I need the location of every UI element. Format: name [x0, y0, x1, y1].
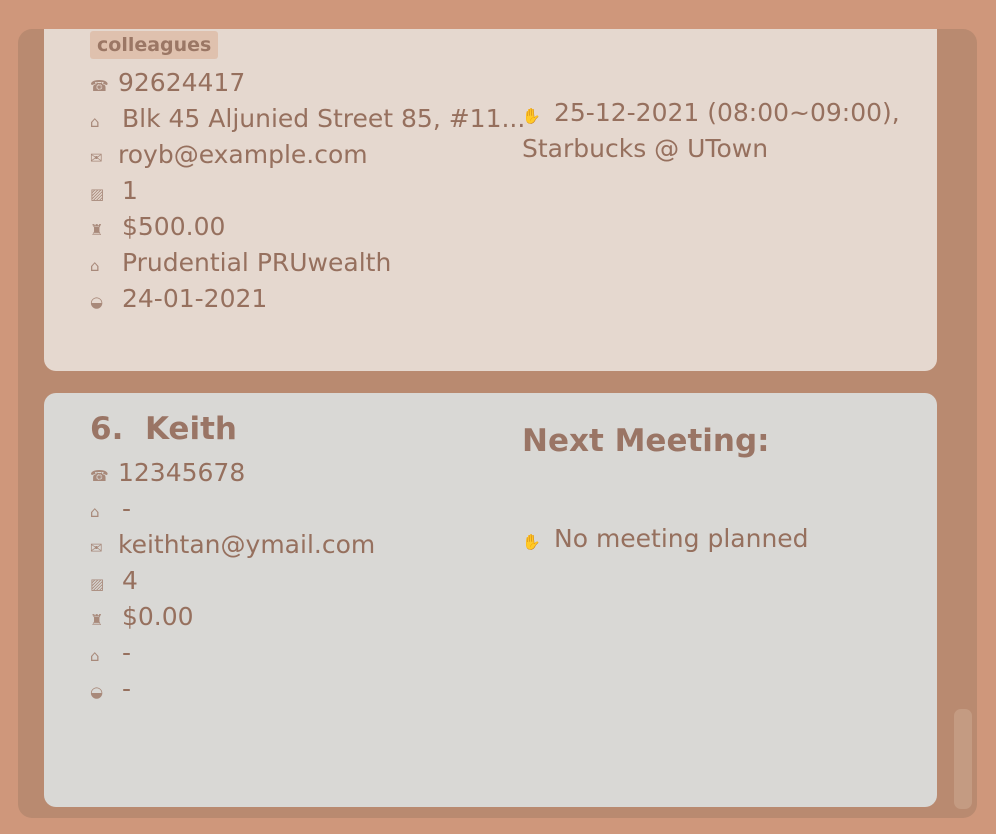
scrollbar-thumb[interactable] — [954, 709, 972, 809]
premium-value: $500.00 — [122, 212, 226, 241]
tag-badge: colleagues — [90, 31, 219, 59]
person-card[interactable]: colleagues ☎ 92624417 ⌂ Blk 45 Aljunied St… — [44, 29, 937, 371]
home-icon: ⌂ — [90, 113, 100, 131]
email-row: ✉ keithtan@ymail.com — [90, 527, 375, 563]
plan-value: Prudential PRUwealth — [122, 248, 392, 277]
date-value: 24-01-2021 — [122, 284, 268, 313]
address-value: - — [122, 494, 132, 523]
date-row: ◒ - — [90, 671, 131, 707]
home-icon: ⌂ — [90, 503, 100, 521]
plan-value: - — [122, 638, 132, 667]
premium-value: $0.00 — [122, 602, 194, 631]
meeting-hand-icon: ✋ — [522, 533, 541, 551]
person-list-panel[interactable]: colleagues ☎ 92624417 ⌂ Blk 45 Aljunied St… — [18, 29, 977, 818]
meeting-row: ✋ No meeting planned — [522, 521, 809, 557]
email-value: royb@example.com — [118, 140, 368, 169]
person-index: 6. — [90, 411, 124, 447]
money-bag-icon: ♜ — [90, 611, 104, 629]
policies-row: ▨ 4 — [90, 563, 138, 599]
email-row: ✉ royb@example.com — [90, 137, 368, 173]
date-row: ◒ 24-01-2021 — [90, 281, 267, 317]
handshake-icon: ◒ — [90, 293, 104, 311]
date-value: - — [122, 674, 132, 703]
email-icon: ✉ — [90, 149, 103, 167]
meeting-value: No meeting planned — [554, 524, 809, 553]
address-row: ⌂ Blk 45 Aljunied Street 85, #11... — [90, 101, 525, 137]
premium-row: ♜ $0.00 — [90, 599, 194, 635]
bank-icon: ⌂ — [90, 647, 100, 665]
email-value: keithtan@ymail.com — [118, 530, 376, 559]
policy-icon: ▨ — [90, 575, 105, 593]
policies-row: ▨ 1 — [90, 173, 138, 209]
policy-icon: ▨ — [90, 185, 105, 203]
next-meeting-title: Next Meeting: — [522, 423, 770, 459]
meeting-hand-icon: ✋ — [522, 107, 541, 125]
phone-row: ☎ 92624417 — [90, 65, 245, 101]
policies-value: 4 — [122, 566, 138, 595]
plan-row: ⌂ Prudential PRUwealth — [90, 245, 391, 281]
person-name-value: Keith — [144, 411, 237, 447]
meeting-location: Starbucks @ UTown — [522, 134, 769, 163]
meeting-row: ✋ 25-12-2021 (08:00~09:00), — [522, 95, 900, 131]
person-name: 6. Keith — [90, 411, 237, 447]
bank-icon: ⌂ — [90, 257, 100, 275]
phone-value: 12345678 — [118, 458, 246, 487]
phone-value: 92624417 — [118, 68, 246, 97]
person-card[interactable]: 6. Keith ☎ 12345678 ⌂ - ✉ keithtan@ymail.co… — [44, 393, 937, 807]
meeting-value-line1: 25-12-2021 (08:00~09:00), — [554, 98, 900, 127]
handshake-icon: ◒ — [90, 683, 104, 701]
plan-row: ⌂ - — [90, 635, 131, 671]
address-value: Blk 45 Aljunied Street 85, #11... — [122, 104, 526, 133]
premium-row: ♜ $500.00 — [90, 209, 225, 245]
address-row: ⌂ - — [90, 491, 131, 527]
phone-row: ☎ 12345678 — [90, 455, 245, 491]
policies-value: 1 — [122, 176, 138, 205]
phone-icon: ☎ — [90, 467, 109, 485]
email-icon: ✉ — [90, 539, 103, 557]
money-bag-icon: ♜ — [90, 221, 104, 239]
phone-icon: ☎ — [90, 77, 109, 95]
